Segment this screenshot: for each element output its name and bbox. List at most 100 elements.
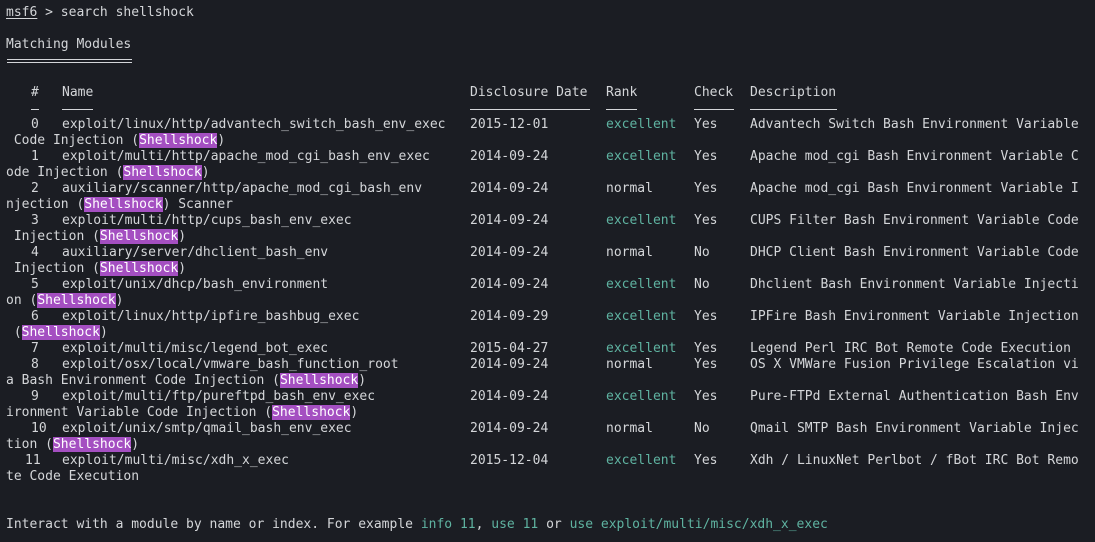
footer-text: Interact with a module by name or index.… xyxy=(6,517,421,532)
search-term-highlight: Shellshock xyxy=(139,133,218,148)
description: DHCP Client Bash Environment Variable Co… xyxy=(750,245,1079,260)
table-row-wrap: Code Injection (Shellshock) xyxy=(6,133,225,149)
disclosure-date: 2014-09-24 xyxy=(470,149,549,164)
table-row[interactable]: 7 exploit/multi/misc/legend_bot_exec 201… xyxy=(6,341,1071,357)
description-continued: tion ( xyxy=(6,437,53,452)
rank-value: excellent xyxy=(606,277,677,292)
table-row[interactable]: 3 exploit/multi/http/cups_bash_env_exec … xyxy=(6,213,1079,229)
table-row[interactable]: 10 exploit/unix/smtp/qmail_bash_env_exec… xyxy=(6,421,1079,437)
table-row-wrap: tion (Shellshock) xyxy=(6,437,139,453)
row-number: 10 xyxy=(31,421,47,436)
row-number: 3 xyxy=(31,213,39,228)
table-row-wrap: Injection (Shellshock) xyxy=(6,229,186,245)
disclosure-date: 2014-09-24 xyxy=(470,213,549,228)
col-header-name: Name xyxy=(62,85,94,100)
description-continued: ironment Variable Code Injection ( xyxy=(6,405,273,420)
info-command-suggestion[interactable]: info 11 xyxy=(421,517,476,532)
search-term-highlight: Shellshock xyxy=(123,165,202,180)
footer-separator: or xyxy=(538,517,570,532)
description-continued-end: ) Scanner xyxy=(162,197,234,212)
rank-value: normal xyxy=(606,421,653,436)
footer-separator: , xyxy=(475,517,492,532)
row-number: 0 xyxy=(31,117,39,132)
description-continued-end: ) xyxy=(217,133,226,148)
row-number: 2 xyxy=(31,181,39,196)
search-term-highlight: Shellshock xyxy=(52,437,132,452)
table-row-wrap: njection (Shellshock) Scanner xyxy=(6,197,233,213)
use-module-command-suggestion[interactable]: use exploit/multi/misc/xdh_x_exec xyxy=(570,517,828,532)
search-term-highlight: Shellshock xyxy=(84,197,163,212)
rank-value: excellent xyxy=(606,117,677,132)
check-value: Yes xyxy=(694,181,718,196)
description: Pure-FTPd External Authentication Bash E… xyxy=(750,389,1079,404)
disclosure-date: 2015-12-04 xyxy=(470,453,549,468)
disclosure-date: 2014-09-24 xyxy=(470,181,549,196)
prompt-command: search shellshock xyxy=(60,5,194,20)
table-row[interactable]: 8 exploit/osx/local/vmware_bash_function… xyxy=(6,357,1079,373)
description-continued-end: ) xyxy=(99,325,108,340)
disclosure-date: 2014-09-24 xyxy=(470,245,549,260)
description: CUPS Filter Bash Environment Variable Co… xyxy=(750,213,1079,228)
col-divider-description xyxy=(750,109,837,110)
description-continued: ode Injection ( xyxy=(6,165,124,180)
footer-hint: Interact with a module by name or index.… xyxy=(6,517,828,533)
table-row-wrap: on (Shellshock) xyxy=(6,293,123,309)
description-continued: te Code Execution xyxy=(6,469,140,484)
col-header-check: Check xyxy=(694,85,734,100)
disclosure-date: 2014-09-24 xyxy=(470,277,549,292)
table-row-wrap: Injection (Shellshock) xyxy=(6,261,186,277)
disclosure-date: 2014-09-24 xyxy=(470,389,549,404)
description-continued-end: ) xyxy=(178,229,187,244)
prompt-line: msf6 > search shellshock xyxy=(6,5,194,21)
table-row[interactable]: 5 exploit/unix/dhcp/bash_environment 201… xyxy=(6,277,1079,293)
table-row[interactable]: 4 auxiliary/server/dhclient_bash_env 201… xyxy=(6,245,1079,261)
description-continued-end: ) xyxy=(350,405,359,420)
description: Advantech Switch Bash Environment Variab… xyxy=(750,117,1079,132)
module-name: exploit/multi/http/apache_mod_cgi_bash_e… xyxy=(62,149,430,164)
check-value: Yes xyxy=(694,117,718,132)
module-name: exploit/osx/local/vmware_bash_function_r… xyxy=(62,357,399,372)
use-index-command-suggestion[interactable]: use 11 xyxy=(491,517,538,532)
disclosure-date: 2014-09-24 xyxy=(470,421,549,436)
description: Xdh / LinuxNet Perlbot / fBot IRC Bot Re… xyxy=(750,453,1079,468)
table-row[interactable]: 9 exploit/multi/ftp/pureftpd_bash_env_ex… xyxy=(6,389,1079,405)
row-number: 4 xyxy=(31,245,39,260)
table-row-wrap: a Bash Environment Code Injection (Shell… xyxy=(6,373,366,389)
description: IPFire Bash Environment Variable Injecti… xyxy=(750,309,1079,324)
table-row[interactable]: 2 auxiliary/scanner/http/apache_mod_cgi_… xyxy=(6,181,1079,197)
row-number: 5 xyxy=(31,277,39,292)
module-name: exploit/linux/http/advantech_switch_bash… xyxy=(62,117,446,132)
rank-value: normal xyxy=(606,181,653,196)
prompt-arrow: > xyxy=(37,5,61,20)
rank-value: excellent xyxy=(606,341,677,356)
description-continued-end: ) xyxy=(178,261,187,276)
description-continued: Code Injection ( xyxy=(6,133,140,148)
description-continued-end: ) xyxy=(358,373,367,388)
check-value: No xyxy=(694,421,710,436)
module-name: exploit/multi/misc/xdh_x_exec xyxy=(62,453,289,468)
table-row[interactable]: 6 exploit/linux/http/ipfire_bashbug_exec… xyxy=(6,309,1079,325)
rank-value: normal xyxy=(606,245,653,260)
check-value: Yes xyxy=(694,357,718,372)
col-divider-disclosure-date xyxy=(470,109,590,110)
description-continued: ( xyxy=(6,325,22,340)
description: Qmail SMTP Bash Environment Variable Inj… xyxy=(750,421,1079,436)
table-row[interactable]: 11 exploit/multi/misc/xdh_x_exec 2015-12… xyxy=(6,453,1079,469)
terminal-window[interactable]: msf6 > search shellshock Matching Module… xyxy=(0,0,1095,542)
check-value: Yes xyxy=(694,453,718,468)
search-term-highlight: Shellshock xyxy=(272,405,351,420)
col-divider-name xyxy=(62,109,93,110)
rank-value: excellent xyxy=(606,453,677,468)
row-number: 11 xyxy=(25,453,41,468)
description-continued-end: ) xyxy=(131,437,140,452)
col-divider-check xyxy=(694,109,734,110)
module-name: exploit/multi/misc/legend_bot_exec xyxy=(62,341,329,356)
check-value: Yes xyxy=(694,149,718,164)
table-row[interactable]: 0 exploit/linux/http/advantech_switch_ba… xyxy=(6,117,1079,133)
table-row-wrap: ironment Variable Code Injection (Shells… xyxy=(6,405,358,421)
check-value: No xyxy=(694,245,710,260)
description: Apache mod_cgi Bash Environment Variable… xyxy=(750,149,1079,164)
table-row-wrap: te Code Execution xyxy=(6,469,139,485)
col-divider-rank xyxy=(606,109,637,110)
table-row[interactable]: 1 exploit/multi/http/apache_mod_cgi_bash… xyxy=(6,149,1079,165)
